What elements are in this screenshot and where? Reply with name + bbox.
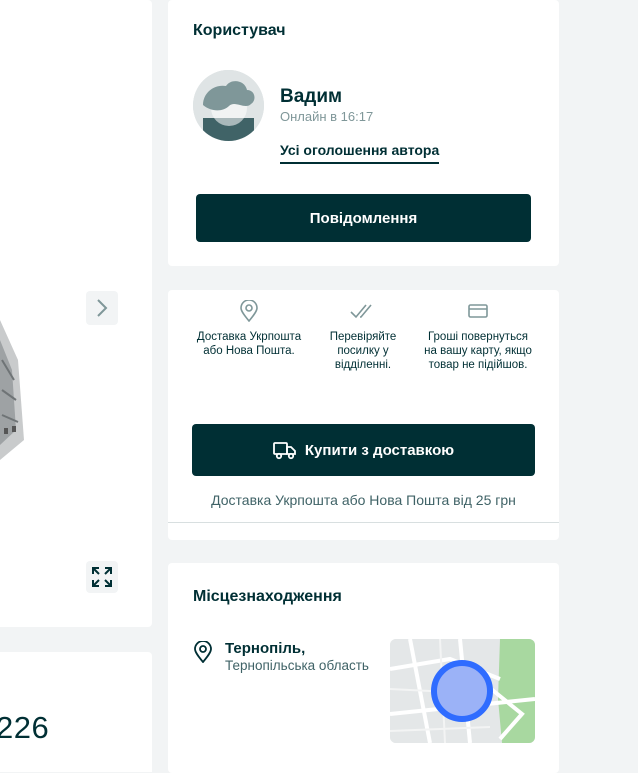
- delivery-feature-text: Доставка Укрпошта або Нова Пошта.: [196, 331, 302, 357]
- chevron-right-icon: [97, 299, 108, 317]
- buy-button-label: Купити з доставкою: [304, 441, 455, 459]
- location-section-title: Місцезнаходження: [193, 588, 342, 605]
- photo-fragment: [0, 320, 24, 460]
- check-feature: Перевіряйте посилку у відділенні.: [308, 298, 418, 372]
- refund-feature-text: Гроші повернуться на вашу карту, якщо то…: [424, 331, 532, 371]
- user-online-status: Онлайн в 16:17: [280, 109, 374, 124]
- next-photo-button[interactable]: [86, 291, 118, 325]
- avatar-placeholder-icon: [193, 70, 264, 141]
- delivery-feature: Доставка Укрпошта або Нова Пошта.: [194, 298, 304, 358]
- fullscreen-icon: [92, 567, 112, 587]
- photo-gallery[interactable]: [0, 0, 152, 627]
- location-pin-icon: [240, 300, 258, 322]
- fullscreen-button[interactable]: [86, 561, 118, 593]
- double-check-icon: [350, 304, 372, 319]
- delivery-price-note: Доставка Укрпошта або Нова Пошта від 25 …: [211, 492, 516, 508]
- refund-feature: Гроші повернуться на вашу карту, якщо то…: [423, 298, 533, 372]
- location-map[interactable]: [390, 639, 535, 743]
- credit-card-icon: [468, 304, 488, 318]
- check-feature-text: Перевіряйте посилку у відділенні.: [329, 331, 397, 371]
- ad-id-fragment: 226: [0, 710, 50, 745]
- user-name: Вадим: [280, 86, 343, 107]
- divider: [168, 522, 559, 523]
- author-all-ads-link[interactable]: Усі оголошення автора: [280, 142, 440, 164]
- truck-icon: [273, 442, 296, 460]
- location-city: Тернопіль,: [225, 640, 306, 657]
- user-section-title: Користувач: [193, 22, 286, 39]
- buy-with-delivery-button[interactable]: Купити з доставкою: [192, 424, 535, 476]
- avatar[interactable]: [193, 70, 264, 141]
- message-button[interactable]: Повідомлення: [196, 194, 531, 242]
- location-region: Тернопільська область: [225, 658, 369, 673]
- location-pin-icon: [194, 641, 212, 663]
- map-image: [390, 639, 535, 743]
